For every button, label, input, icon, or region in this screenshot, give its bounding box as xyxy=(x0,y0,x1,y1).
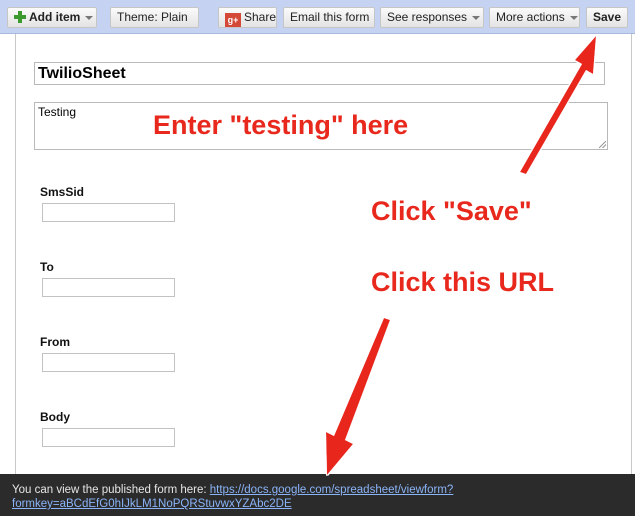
annotation-arrows xyxy=(326,36,596,475)
annotation-enter-testing: Enter "testing" here xyxy=(153,110,409,140)
annotation-click-save: Click "Save" xyxy=(371,196,532,226)
arrow-to-save-icon xyxy=(520,36,596,174)
arrow-to-url-icon xyxy=(326,318,390,475)
annotation-click-url: Click this URL xyxy=(371,267,555,297)
